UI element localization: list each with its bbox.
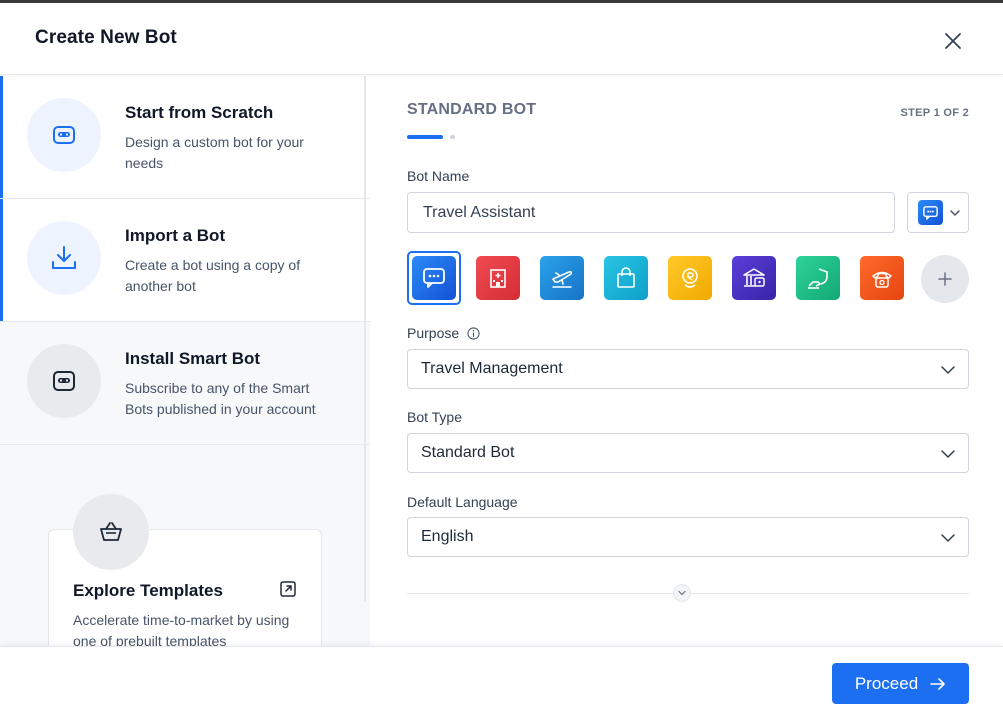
proceed-button[interactable]: Proceed	[832, 663, 969, 704]
hospital-icon	[476, 256, 520, 300]
icon-option-bank[interactable]	[727, 251, 781, 305]
chat-bubble-icon	[412, 256, 456, 300]
bot-icon-dropdown[interactable]	[907, 192, 969, 233]
option-install-smart-bot[interactable]: Install Smart Bot Subscribe to any of th…	[0, 322, 370, 445]
plus-icon	[938, 272, 952, 286]
step-progress-active	[407, 135, 443, 139]
bot-type-label: Bot Type	[407, 409, 463, 425]
expand-advanced-button[interactable]	[673, 584, 691, 602]
external-link-icon[interactable]	[279, 580, 297, 598]
option-title: Import a Bot	[125, 226, 226, 245]
purpose-label-row: Purpose	[407, 325, 480, 341]
dialog-title: Create New Bot	[35, 27, 177, 48]
chevron-down-icon	[950, 209, 960, 216]
option-start-from-scratch[interactable]: Start from Scratch Design a custom bot f…	[0, 76, 370, 199]
icon-option-chat[interactable]	[407, 251, 461, 305]
option-description: Create a bot using a copy of another bot	[125, 257, 301, 294]
basket-icon	[73, 494, 149, 570]
add-icon-button[interactable]	[921, 255, 969, 303]
proceed-label: Proceed	[854, 673, 919, 693]
icon-option-airplane[interactable]	[535, 251, 589, 305]
default-language-select[interactable]: English	[407, 517, 969, 557]
option-description: Design a custom bot for your needs	[125, 134, 304, 171]
arrow-right-icon	[930, 677, 945, 690]
icon-option-finance[interactable]	[663, 251, 717, 305]
option-title: Start from Scratch	[125, 103, 274, 122]
bot-type-select[interactable]: Standard Bot	[407, 433, 969, 473]
creation-options-panel: Start from Scratch Design a custom bot f…	[0, 76, 370, 646]
info-icon[interactable]	[467, 327, 480, 340]
chevron-down-icon	[941, 534, 955, 542]
templates-title: Explore Templates	[73, 581, 223, 600]
purpose-select[interactable]: Travel Management	[407, 349, 969, 389]
chat-bubble-icon	[918, 200, 943, 225]
option-import-a-bot[interactable]: Import a Bot Create a bot using a copy o…	[0, 199, 370, 322]
bot-type-value: Standard Bot	[421, 444, 515, 461]
icon-option-hospital[interactable]	[471, 251, 525, 305]
chevron-down-icon	[941, 450, 955, 458]
option-title: Install Smart Bot	[125, 349, 261, 368]
step-progress-inactive	[450, 135, 455, 139]
bot-name-input[interactable]	[408, 193, 894, 232]
bot-icon-picker	[407, 251, 977, 305]
option-description: Subscribe to any of the Smart Bots publi…	[125, 380, 316, 417]
shopping-bag-icon	[604, 256, 648, 300]
bot-name-label: Bot Name	[407, 168, 470, 184]
chevron-down-icon	[941, 366, 955, 374]
bot-name-field[interactable]	[407, 192, 895, 233]
icon-option-shopping[interactable]	[599, 251, 653, 305]
airplane-icon	[540, 256, 584, 300]
chevron-down-icon	[678, 590, 686, 596]
bot-details-form: STANDARD BOT STEP 1 OF 2 Bot Name Travel…	[370, 76, 1003, 646]
download-icon	[27, 221, 101, 295]
dialog-header: Create New Bot	[0, 3, 1003, 75]
smart-bot-icon	[27, 344, 101, 418]
dialog-footer: Proceed	[0, 646, 1003, 717]
purpose-value: Travel Management	[421, 360, 563, 377]
bot-icon	[27, 98, 101, 172]
icon-option-insurance[interactable]	[791, 251, 845, 305]
default-language-label: Default Language	[407, 494, 518, 510]
finance-icon	[668, 256, 712, 300]
purpose-label: Purpose	[407, 325, 460, 341]
default-language-value: English	[421, 528, 474, 545]
close-icon[interactable]	[941, 29, 965, 53]
icon-option-telephone[interactable]	[855, 251, 909, 305]
section-title: STANDARD BOT	[407, 101, 537, 118]
bank-icon	[732, 256, 776, 300]
templates-description: Accelerate time-to-market by using one o…	[73, 612, 290, 646]
panel-scrollbar[interactable]	[364, 76, 366, 601]
step-indicator: STEP 1 OF 2	[900, 107, 969, 119]
telephone-icon	[860, 256, 904, 300]
insurance-icon	[796, 256, 840, 300]
